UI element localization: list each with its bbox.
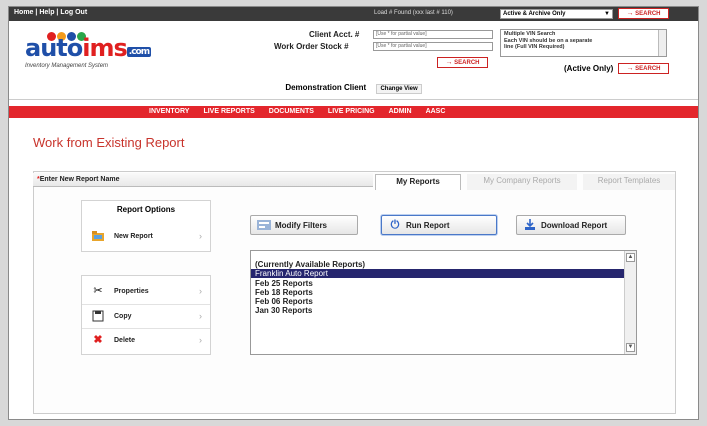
app-window: Home | Help | Log Out Load # Found (xxx … bbox=[8, 6, 699, 420]
modify-filters-label: Modify Filters bbox=[275, 221, 328, 230]
work-order-field[interactable]: [Use * for partial value] bbox=[373, 42, 493, 51]
chevron-right-icon: › bbox=[199, 231, 202, 241]
divider bbox=[9, 99, 698, 100]
delete-icon: ✖ bbox=[93, 334, 103, 346]
list-item[interactable]: Feb 18 Reports bbox=[251, 288, 624, 297]
logo: autoims .com Inventory Management System bbox=[25, 23, 155, 69]
nav-documents[interactable]: DOCUMENTS bbox=[269, 108, 314, 115]
logo-tagline: Inventory Management System bbox=[25, 63, 109, 69]
copy-label: Copy bbox=[114, 313, 132, 320]
report-options-title: Report Options bbox=[116, 205, 176, 214]
work-order-label: Work Order Stock # bbox=[274, 42, 349, 51]
top-search-button[interactable]: → SEARCH bbox=[618, 8, 669, 19]
list-item[interactable]: Feb 06 Reports bbox=[251, 297, 624, 306]
logo-suffix: .com bbox=[126, 47, 152, 57]
vin-line: line (Full VIN Required) bbox=[504, 44, 565, 50]
download-report-button[interactable]: Download Report bbox=[516, 215, 626, 235]
filter-icon bbox=[257, 219, 271, 231]
top-bar: Home | Help | Log Out Load # Found (xxx … bbox=[9, 7, 698, 21]
delete-item[interactable]: ✖ Delete › bbox=[82, 328, 210, 352]
report-options-box: Report Options New Report › bbox=[81, 200, 211, 252]
delete-label: Delete bbox=[114, 337, 136, 344]
stock-search-label: SEARCH bbox=[454, 60, 480, 66]
arrow-right-icon: → bbox=[626, 65, 634, 72]
copy-item[interactable]: Copy › bbox=[82, 304, 210, 328]
power-icon: ⏻ bbox=[390, 219, 400, 231]
change-view-button[interactable]: Change View bbox=[376, 84, 422, 94]
vin-search-field[interactable]: Multiple VIN Search Each VIN should be o… bbox=[500, 29, 667, 57]
report-name-label: *Enter New Report Name bbox=[37, 176, 119, 183]
run-report-label: Run Report bbox=[406, 221, 450, 230]
stock-search-button[interactable]: → SEARCH bbox=[437, 57, 488, 68]
client-name: Demonstration Client bbox=[285, 83, 367, 92]
nav-live-pricing[interactable]: LIVE PRICING bbox=[328, 108, 375, 115]
vin-search-button[interactable]: → SEARCH bbox=[618, 63, 669, 74]
new-report-label: New Report bbox=[114, 233, 153, 240]
run-report-button[interactable]: ⏻ Run Report bbox=[381, 215, 497, 235]
logout-link[interactable]: Log Out bbox=[60, 9, 87, 16]
vin-scrollbar[interactable] bbox=[658, 30, 666, 56]
reports-list[interactable]: (Currently Available Reports) Franklin A… bbox=[250, 250, 637, 355]
list-item[interactable]: Feb 25 Reports bbox=[251, 279, 624, 288]
tools-icon: ✂ bbox=[93, 285, 103, 297]
arrow-right-icon: → bbox=[445, 59, 453, 66]
help-link[interactable]: Help bbox=[39, 9, 54, 16]
download-report-label: Download Report bbox=[541, 221, 608, 230]
folder-icon bbox=[92, 230, 104, 242]
properties-item[interactable]: ✂ Properties › bbox=[82, 280, 210, 304]
nav-admin[interactable]: ADMIN bbox=[389, 108, 412, 115]
chevron-down-icon: ▼ bbox=[604, 11, 610, 17]
home-link[interactable]: Home bbox=[14, 9, 33, 16]
page-title: Work from Existing Report bbox=[33, 135, 185, 150]
report-name-text: Enter New Report Name bbox=[39, 176, 120, 183]
tab-my-reports[interactable]: My Reports bbox=[375, 174, 461, 190]
logo-name-a: auto bbox=[25, 34, 83, 62]
modify-filters-button[interactable]: Modify Filters bbox=[250, 215, 358, 235]
chevron-right-icon: › bbox=[199, 335, 202, 345]
client-bar: Demonstration Client Change View bbox=[9, 83, 698, 94]
nav-live-reports[interactable]: LIVE REPORTS bbox=[203, 108, 254, 115]
tab-report-templates[interactable]: Report Templates bbox=[583, 174, 675, 190]
list-item[interactable]: (Currently Available Reports) bbox=[251, 260, 624, 269]
properties-label: Properties bbox=[114, 288, 149, 295]
loaded-status: Load # Found (xxx last # 110) bbox=[374, 10, 453, 16]
client-acct-field[interactable]: [Use * for partial value] bbox=[373, 30, 493, 39]
nav-inventory[interactable]: INVENTORY bbox=[149, 108, 189, 115]
vin-search-label: SEARCH bbox=[635, 66, 661, 72]
client-acct-label: Client Acct. # bbox=[309, 30, 360, 39]
scroll-down-icon[interactable]: ▼ bbox=[626, 343, 635, 352]
nav-aasc[interactable]: AASC bbox=[426, 108, 446, 115]
tab-my-company-reports[interactable]: My Company Reports bbox=[467, 174, 577, 190]
list-item[interactable]: Jan 30 Reports bbox=[251, 306, 624, 315]
list-item-selected[interactable]: Franklin Auto Report bbox=[251, 269, 624, 278]
chevron-right-icon: › bbox=[199, 311, 202, 321]
top-links: Home | Help | Log Out bbox=[14, 9, 88, 16]
report-menu-box: ✂ Properties › Copy › ✖ Delete › bbox=[81, 275, 211, 355]
record-filter-select[interactable]: Active & Archive Only ▼ bbox=[500, 9, 613, 19]
new-report-item[interactable]: New Report › bbox=[82, 225, 210, 249]
main-nav: INVENTORY LIVE REPORTS DOCUMENTS LIVE PR… bbox=[9, 106, 698, 118]
arrow-right-icon: → bbox=[626, 10, 634, 17]
copy-icon bbox=[92, 310, 104, 322]
logo-name-b: ims bbox=[82, 34, 128, 62]
logo-wordmark: autoims .com bbox=[25, 34, 152, 65]
active-only-label: (Active Only) bbox=[564, 64, 614, 73]
chevron-right-icon: › bbox=[199, 286, 202, 296]
scroll-up-icon[interactable]: ▲ bbox=[626, 253, 635, 262]
top-search-label: SEARCH bbox=[635, 11, 661, 17]
record-filter-value: Active & Archive Only bbox=[503, 11, 566, 17]
download-icon bbox=[523, 219, 537, 231]
list-scrollbar[interactable]: ▲ ▼ bbox=[624, 251, 636, 354]
